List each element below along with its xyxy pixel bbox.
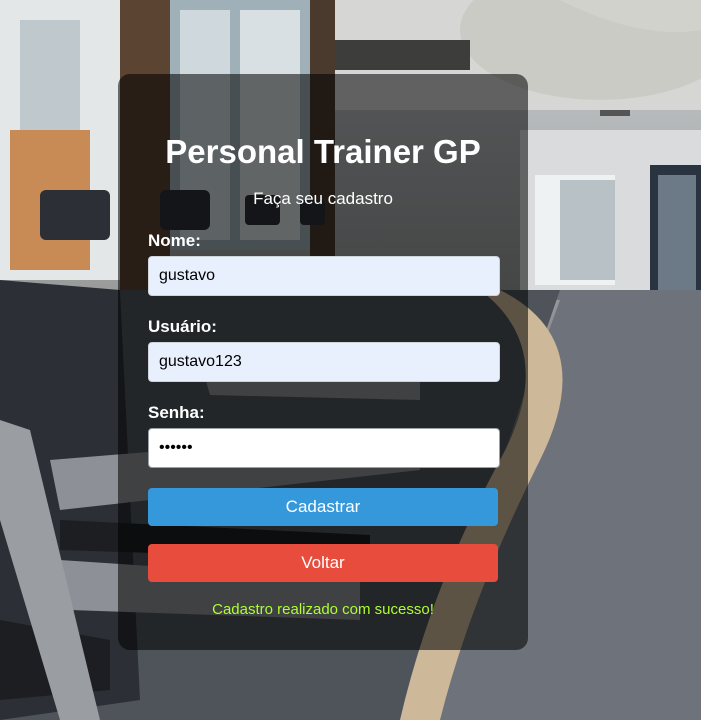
username-label: Usuário: [148,317,217,336]
page-title: Personal Trainer GP [165,133,481,170]
back-button[interactable]: Voltar [148,544,498,582]
username-input[interactable] [148,342,500,382]
name-label: Nome: [148,231,201,250]
password-label: Senha: [148,403,205,422]
success-message: Cadastro realizado com sucesso! [212,601,434,618]
register-button[interactable]: Cadastrar [148,488,498,526]
page-subtitle: Faça seu cadastro [253,189,393,208]
password-input[interactable] [148,428,500,468]
name-input[interactable] [148,256,500,296]
